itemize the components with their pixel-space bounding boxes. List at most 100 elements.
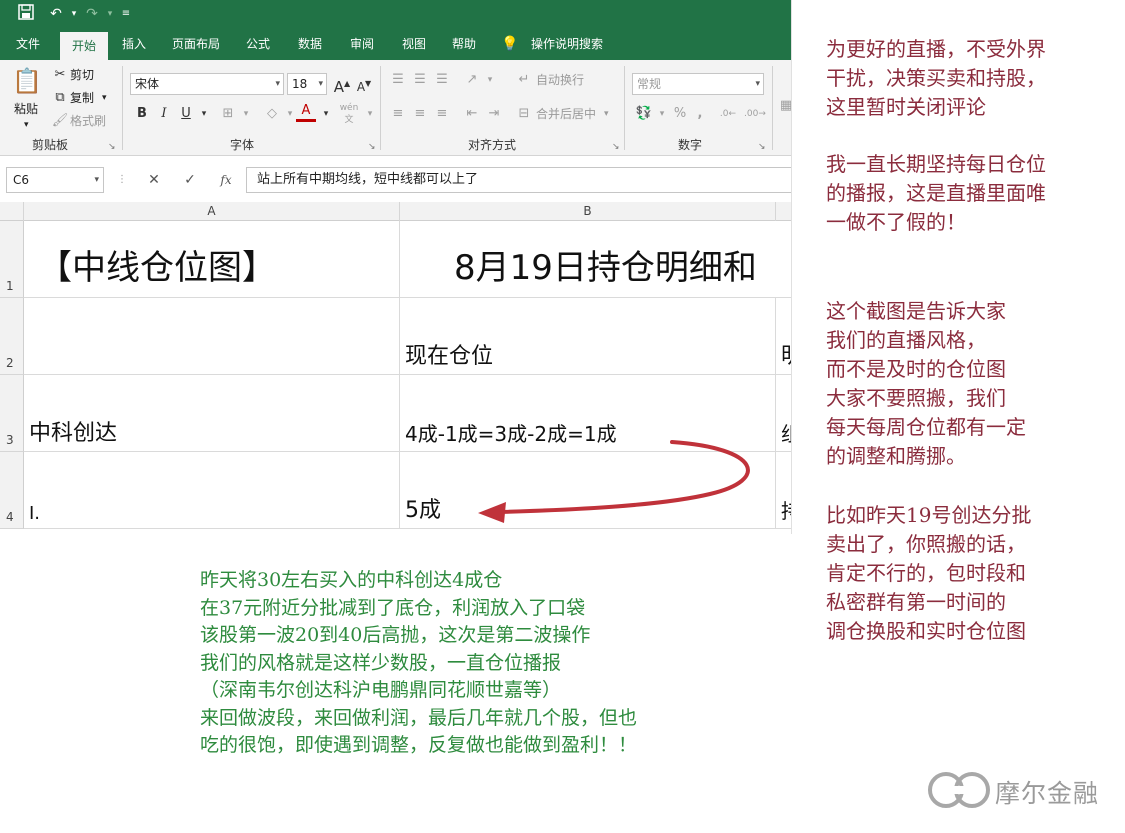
cell-a1[interactable]: 【中线仓位图】 (24, 221, 400, 298)
column-header-c[interactable] (776, 202, 791, 221)
borders-icon[interactable]: ⊞ (218, 104, 238, 124)
increase-decimal-icon[interactable]: .0← (718, 104, 738, 124)
tab-formulas[interactable]: 公式 (236, 28, 280, 60)
orientation-dropdown-icon[interactable]: ▾ (480, 70, 500, 90)
borders-dropdown-icon[interactable]: ▾ (236, 104, 256, 124)
alignment-launcher-icon[interactable]: ↘ (612, 138, 620, 156)
align-top-icon[interactable]: ☰ (388, 70, 408, 90)
merge-dropdown-icon[interactable]: ▾ (604, 105, 609, 123)
row-header[interactable]: 4 (0, 452, 24, 529)
conditional-format-icon[interactable]: ▦ (776, 96, 791, 116)
number-format-select[interactable]: 常规 ▾ (632, 73, 764, 95)
grow-font-letter: A (333, 78, 345, 96)
tab-insert[interactable]: 插入 (112, 28, 156, 60)
merge-center-icon[interactable]: ⊟ (514, 104, 534, 124)
align-bottom-icon[interactable]: ☰ (432, 70, 452, 90)
clipboard-launcher-icon[interactable]: ↘ (108, 138, 116, 156)
row-number: 2 (6, 356, 14, 370)
note-example: 比如昨天19号创达分批 卖出了，你照搬的话， 肯定不行的，包时段和 私密群有第一… (826, 503, 1032, 643)
wrap-text-icon[interactable]: ↵ (514, 70, 534, 90)
customize-toolbar-icon[interactable]: ≡ (116, 4, 136, 24)
cell-value: 明 (781, 338, 791, 370)
underline-dropdown-icon[interactable]: ▾ (194, 104, 214, 124)
more-options-icon[interactable]: ⋮ (112, 170, 132, 190)
name-box-value: C6 (13, 173, 30, 187)
column-header-a[interactable]: A (24, 202, 400, 221)
align-right-icon[interactable]: ≡ (432, 104, 452, 124)
column-header-b[interactable]: B (400, 202, 776, 221)
font-color-icon[interactable]: A (296, 102, 316, 122)
redo-icon[interactable]: ↷ (82, 4, 102, 24)
increase-indent-icon[interactable]: ⇥ (484, 104, 504, 124)
comma-button[interactable]: , (690, 104, 710, 124)
font-color-dropdown-icon[interactable]: ▾ (316, 104, 336, 124)
cell-c3[interactable]: 组 (776, 375, 791, 452)
tab-data[interactable]: 数据 (288, 28, 332, 60)
decrease-decimal-icon[interactable]: .00→ (744, 104, 766, 124)
fill-color-icon[interactable]: ◇ (262, 104, 282, 124)
currency-dropdown-icon[interactable]: ▾ (652, 104, 672, 124)
wrap-text-button[interactable]: 自动换行 (536, 71, 584, 89)
cell-a3[interactable]: 中科创达 (24, 375, 400, 452)
phonetic-guide-label: wén (339, 103, 359, 113)
phonetic-guide-icon[interactable]: wén 文 (338, 102, 360, 125)
undo-dropdown-icon[interactable]: ▾ (64, 4, 84, 24)
copy-dropdown-icon[interactable]: ▾ (102, 89, 107, 107)
row-header[interactable]: 3 (0, 375, 24, 452)
cell-a2[interactable] (24, 298, 400, 375)
tab-review[interactable]: 审阅 (340, 28, 384, 60)
group-divider (772, 66, 773, 150)
italic-button[interactable]: I (154, 104, 174, 124)
percent-button[interactable]: % (670, 104, 690, 124)
bold-button[interactable]: B (132, 104, 152, 124)
cell-c2[interactable]: 明 (776, 298, 791, 375)
cancel-icon[interactable]: ✕ (144, 170, 164, 190)
undo-icon[interactable]: ↶ (46, 4, 66, 24)
decrease-indent-icon[interactable]: ⇤ (462, 104, 482, 124)
copy-button[interactable]: 复制 (70, 89, 94, 107)
row-header[interactable]: 1 (0, 221, 24, 298)
tab-view[interactable]: 视图 (392, 28, 436, 60)
paste-dropdown-icon[interactable]: ▾ (24, 116, 29, 134)
copy-icon[interactable]: ⧉ (50, 88, 70, 108)
cell-c4[interactable]: 持 (776, 452, 791, 529)
enter-icon[interactable]: ✓ (180, 170, 200, 190)
merge-center-button[interactable]: 合并后居中 (536, 105, 596, 123)
phonetic-dropdown-icon[interactable]: ▾ (360, 104, 380, 124)
cell-a4[interactable]: I. (24, 452, 400, 529)
format-painter-button[interactable]: 格式刷 (70, 112, 106, 130)
font-size-select[interactable]: 18 ▾ (287, 73, 327, 95)
font-launcher-icon[interactable]: ↘ (368, 138, 376, 156)
font-name-select[interactable]: 宋体 ▾ (130, 73, 284, 95)
save-icon[interactable] (16, 4, 36, 24)
grow-font-icon[interactable]: A▲ (332, 74, 352, 96)
align-center-icon[interactable]: ≡ (410, 104, 430, 124)
cell-b2[interactable]: 现在仓位 (400, 298, 776, 375)
align-left-icon[interactable]: ≡ (388, 104, 408, 124)
tab-help[interactable]: 帮助 (444, 28, 484, 60)
scissors-icon[interactable]: ✂ (50, 65, 70, 85)
cut-button[interactable]: 剪切 (70, 66, 94, 84)
formula-bar: C6 ▾ ⋮ ✕ ✓ fx 站上所有中期均线，短中线都可以上了 (0, 160, 791, 200)
cell-value: 5成 (405, 498, 441, 523)
formula-input[interactable]: 站上所有中期均线，短中线都可以上了 (246, 167, 791, 193)
tab-home[interactable]: 开始 (60, 32, 108, 60)
tab-page-layout[interactable]: 页面布局 (164, 28, 228, 60)
format-painter-icon[interactable]: 🖌 (50, 111, 70, 131)
name-box[interactable]: C6 ▾ (6, 167, 104, 193)
row-header[interactable]: 2 (0, 298, 24, 375)
group-divider (624, 66, 625, 150)
font-name-value: 宋体 (135, 77, 160, 91)
shrink-font-icon[interactable]: A▼ (354, 74, 374, 94)
insert-function-icon[interactable]: fx (216, 170, 236, 190)
cell-b1[interactable]: 8月19日持仓明细和 (400, 221, 791, 298)
underline-button[interactable]: U (176, 104, 196, 124)
orientation-icon[interactable]: ↗ (462, 70, 482, 90)
currency-icon[interactable]: 💱 (634, 104, 654, 124)
paste-icon[interactable]: 📋 (12, 66, 42, 96)
select-all-corner[interactable] (0, 202, 24, 221)
number-launcher-icon[interactable]: ↘ (758, 138, 766, 156)
tell-me-search[interactable]: 操作说明搜索 (524, 28, 610, 60)
align-middle-icon[interactable]: ☰ (410, 70, 430, 90)
tab-file[interactable]: 文件 (6, 28, 50, 60)
